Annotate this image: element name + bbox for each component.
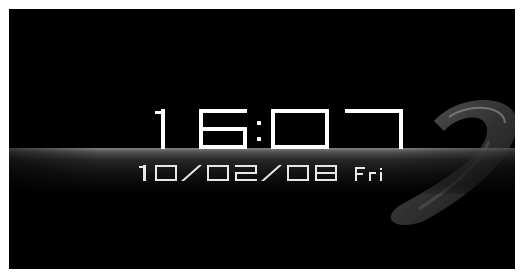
time-display: 16:07 bbox=[147, 105, 419, 153]
digit-1 bbox=[155, 109, 165, 149]
time-digits bbox=[155, 109, 403, 149]
clock-screen: 16:07 bbox=[9, 9, 515, 269]
date-display: 10/02/08 Fri bbox=[137, 161, 417, 185]
digit-6 bbox=[199, 109, 247, 149]
digit-7 bbox=[345, 109, 403, 149]
screenshot-frame: 16:07 bbox=[0, 0, 523, 278]
colon bbox=[257, 121, 261, 141]
digit-0 bbox=[271, 109, 329, 149]
date-digits bbox=[139, 165, 382, 181]
